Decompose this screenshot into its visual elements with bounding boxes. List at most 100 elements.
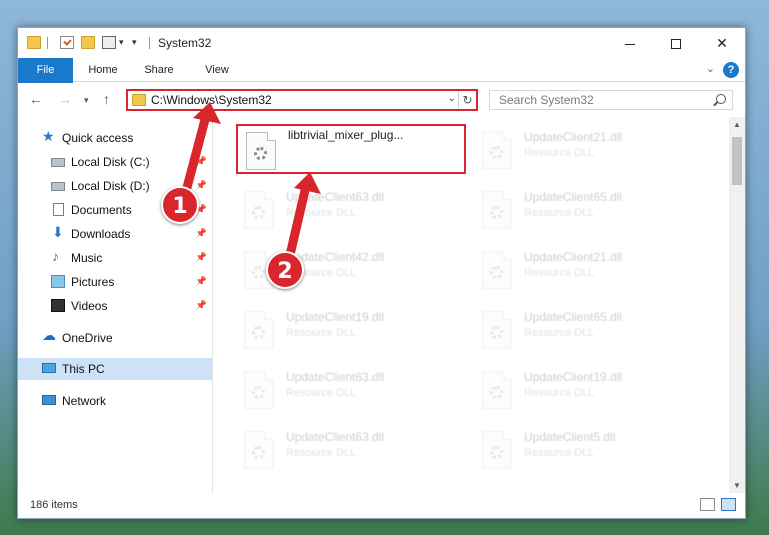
sidebar-item-music[interactable]: ♪ Music 📌 [18,247,212,269]
file-name: UpdateClient65.dll [524,310,623,324]
sidebar-item-quick-access[interactable]: ★ Quick access [18,127,212,149]
pictures-icon [51,275,65,288]
sidebar-item-label: Local Disk (C:) [71,155,150,169]
file-name: UpdateClient63.dll [286,190,385,204]
file-name: libtrivial_mixer_plug... [288,128,404,142]
search-icon[interactable] [716,94,726,104]
file-name: UpdateClient19.dll [286,310,385,324]
customize-icon[interactable] [102,36,116,49]
file-type: Resource DLL [286,447,357,459]
address-bar[interactable]: C:\Windows\System32 ⌄ ↻ [126,89,478,111]
back-arrow-icon[interactable]: ← [29,91,43,107]
pin-icon[interactable]: 📌 [196,300,207,311]
close-icon: ✕ [716,35,728,51]
quick-access-dropdown-icon[interactable]: ▾ [119,37,124,48]
list-item[interactable]: UpdateClient65.dll Resource DLL [474,185,704,235]
file-type: Resource DLL [286,327,357,339]
search-input[interactable]: Search System32 [489,90,733,110]
folder-icon [132,94,146,106]
tab-share[interactable]: Share [136,58,182,82]
navigation-pane: ★ Quick access Local Disk (C:) 📌 Local D… [18,117,213,493]
file-type: Resource DLL [524,387,595,399]
minimize-button[interactable] [607,28,653,58]
sidebar-item-label: OneDrive [62,331,113,345]
folder-icon [27,36,41,49]
list-item[interactable]: UpdateClient19.dll Resource DLL [236,305,466,355]
file-explorer-window: ▾ ▾ System32 ✕ File Home Share View ⌄ ? … [17,27,746,519]
new-folder-icon[interactable] [81,36,95,49]
tiles-view-icon[interactable] [721,498,736,511]
window-title: System32 [158,36,212,50]
dll-file-icon [246,132,276,170]
gear-icon [252,446,265,459]
cloud-icon: ☁ [42,327,56,343]
details-view-icon[interactable] [700,498,715,511]
pin-icon[interactable]: 📌 [196,276,207,287]
file-name: UpdateClient21.dll [524,250,623,264]
tab-view[interactable]: View [194,58,240,82]
pin-icon[interactable]: 📌 [196,228,207,239]
gear-icon [252,206,265,219]
quick-access-toolbar-chevron-icon[interactable]: ▾ [132,37,137,48]
list-item[interactable]: UpdateClient63.dll Resource DLL [236,425,466,475]
help-icon[interactable]: ? [723,62,739,78]
maximize-button[interactable] [653,28,699,58]
close-button[interactable]: ✕ [699,28,745,58]
list-item[interactable]: UpdateClient63.dll Resource DLL [236,365,466,415]
vertical-scrollbar[interactable]: ▲ ▼ [729,117,745,493]
sidebar-item-label: Downloads [71,227,131,241]
pin-icon[interactable]: 📌 [196,180,207,191]
sidebar-item-network[interactable]: Network [18,390,212,412]
callout-step-2: 2 [266,251,304,289]
refresh-icon[interactable]: ↻ [458,91,476,109]
music-icon: ♪ [52,248,59,264]
highlighted-file[interactable]: libtrivial_mixer_plug... [236,124,466,174]
documents-icon [53,203,64,216]
properties-icon[interactable] [60,36,74,49]
list-item[interactable]: UpdateClient21.dll Resource DLL [474,125,704,175]
pin-icon[interactable]: 📌 [196,156,207,167]
scroll-up-icon[interactable]: ▲ [729,120,745,129]
sidebar-item-onedrive[interactable]: ☁ OneDrive [18,327,212,349]
sidebar-item-label: Documents [71,203,132,217]
sidebar-item-pictures[interactable]: Pictures 📌 [18,271,212,293]
address-dropdown-icon[interactable]: ⌄ [448,93,456,104]
file-type: Resource DLL [286,387,357,399]
dll-file-icon [482,191,512,229]
sidebar-item-local-disk-c[interactable]: Local Disk (C:) 📌 [18,151,212,173]
drive-icon [51,158,65,167]
scrollbar-thumb[interactable] [732,137,742,185]
dll-file-icon [482,431,512,469]
address-path[interactable]: C:\Windows\System32 [151,93,272,107]
ribbon-tabs: File Home Share View ⌄ ? [18,58,745,108]
list-item[interactable]: UpdateClient5.dll Resource DLL [474,425,704,475]
file-type: Resource DLL [524,267,595,279]
sidebar-item-downloads[interactable]: ⬇ Downloads 📌 [18,223,212,245]
list-item[interactable]: UpdateClient65.dll Resource DLL [474,305,704,355]
search-placeholder: Search System32 [499,93,594,107]
sidebar-item-videos[interactable]: Videos 📌 [18,295,212,317]
recent-locations-chevron-icon[interactable]: ▾ [84,95,89,106]
list-item[interactable]: UpdateClient19.dll Resource DLL [474,365,704,415]
up-arrow-icon[interactable]: ↑ [103,91,110,107]
status-bar: 186 items [18,493,745,518]
list-item[interactable]: UpdateClient63.dll Resource DLL [236,185,466,235]
gear-icon [252,326,265,339]
sidebar-item-this-pc[interactable]: This PC [18,358,212,380]
expand-ribbon-icon[interactable]: ⌄ [706,62,715,75]
title-bar: ▾ ▾ System32 ✕ [18,28,745,58]
dll-file-icon [244,311,274,349]
gear-icon [252,386,265,399]
file-type: Resource DLL [524,447,595,459]
file-name: UpdateClient65.dll [524,190,623,204]
scroll-down-icon[interactable]: ▼ [729,481,745,490]
pin-icon[interactable]: 📌 [196,252,207,263]
tab-home[interactable]: Home [80,58,126,82]
gear-icon [254,147,267,160]
dll-file-icon [244,371,274,409]
list-item[interactable]: UpdateClient21.dll Resource DLL [474,245,704,295]
file-name: UpdateClient63.dll [286,430,385,444]
dll-file-icon [482,251,512,289]
file-type: Resource DLL [524,327,595,339]
forward-arrow-icon[interactable]: → [58,91,72,107]
